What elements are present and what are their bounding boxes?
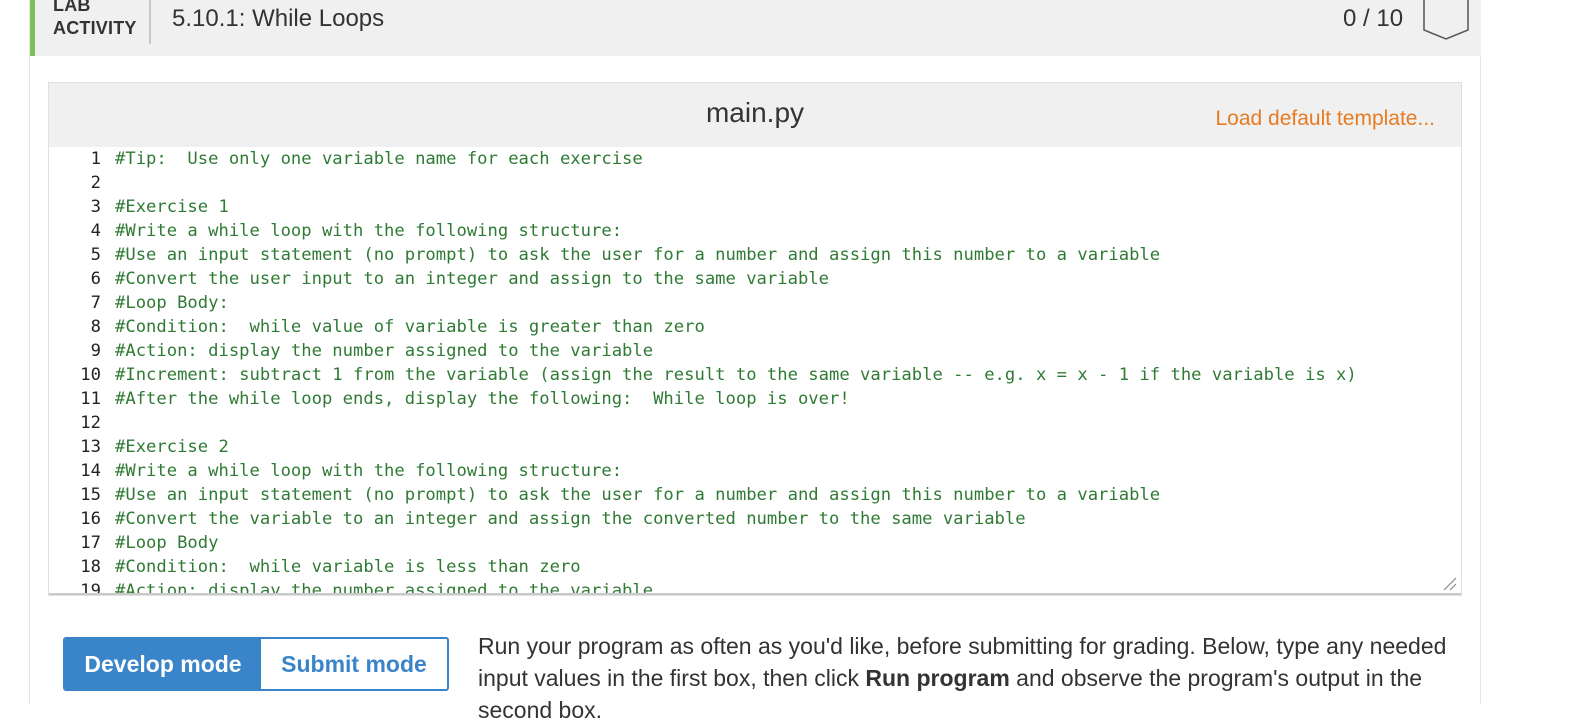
code-text: #Exercise 1 — [115, 197, 229, 217]
load-default-template-link[interactable]: Load default template... — [1216, 107, 1436, 131]
code-text: #Exercise 2 — [115, 437, 229, 457]
editor-header: main.py Load default template... — [49, 83, 1461, 147]
line-number: 13 — [80, 437, 101, 457]
code-line: 14 #Write a while loop with the following… — [49, 459, 1461, 483]
code-text: #Convert the user input to an integer an… — [115, 269, 829, 289]
code-text: #Write a while loop with the following s… — [115, 221, 623, 241]
code-line: 18 #Condition: while variable is less tha… — [49, 555, 1461, 579]
code-text: #Condition: while value of variable is g… — [115, 317, 705, 337]
code-text: #Loop Body: — [115, 293, 229, 313]
code-line: 10 #Increment: subtract 1 from the variab… — [49, 363, 1461, 387]
code-text: #Action: display the number assigned to … — [115, 341, 654, 361]
code-text: #After the while loop ends, display the … — [115, 389, 850, 409]
code-line: 11 #After the while loop ends, display th… — [49, 387, 1461, 411]
editor-bottom-border — [49, 593, 1461, 595]
code-text-area[interactable]: 1 #Tip: Use only one variable name for ea… — [49, 147, 1461, 595]
line-number: 15 — [80, 485, 101, 505]
code-line: 15 #Use an input statement (no prompt) to… — [49, 483, 1461, 507]
code-text: #Write a while loop with the following s… — [115, 461, 623, 481]
line-number: 17 — [80, 533, 101, 553]
lab-header: LAB ACTIVITY 5.10.1: While Loops 0 / 10 — [30, 0, 1481, 56]
score-display: 0 / 10 — [1343, 5, 1404, 32]
code-text: #Tip: Use only one variable name for eac… — [115, 149, 643, 169]
line-number: 2 — [90, 173, 101, 193]
lab-activity-label: LAB ACTIVITY — [53, 0, 143, 40]
submit-mode-button[interactable]: Submit mode — [261, 639, 447, 689]
lab-title: 5.10.1: While Loops — [172, 5, 385, 32]
mode-toggle: Develop mode Submit mode — [63, 637, 449, 691]
code-text: #Condition: while variable is less than … — [115, 557, 581, 577]
code-text: #Convert the variable to an integer and … — [115, 509, 1026, 529]
lab-label-line2: ACTIVITY — [53, 18, 137, 38]
line-number: 1 — [90, 149, 101, 169]
code-line: 9 #Action: display the number assigned to… — [49, 339, 1461, 363]
line-number: 3 — [90, 197, 101, 217]
header-divider — [149, 0, 151, 44]
code-line: 3 #Exercise 1 — [49, 195, 1461, 219]
line-number: 11 — [80, 389, 101, 409]
code-line: 17 #Loop Body — [49, 531, 1461, 555]
code-line: 6 #Convert the user input to an integer a… — [49, 267, 1461, 291]
code-line: 8 #Condition: while value of variable is … — [49, 315, 1461, 339]
code-editor: main.py Load default template... 1 #Tip: … — [48, 82, 1462, 596]
code-line: 2 — [49, 171, 1461, 195]
code-line: 7 #Loop Body: — [49, 291, 1461, 315]
line-number: 5 — [90, 245, 101, 265]
line-number: 9 — [90, 341, 101, 361]
line-number: 16 — [80, 509, 101, 529]
lab-label-line1: LAB — [53, 0, 91, 15]
code-text: #Loop Body — [115, 533, 219, 553]
code-line: 13 #Exercise 2 — [49, 435, 1461, 459]
instructions-run-program: Run program — [865, 665, 1010, 691]
code-line: 4 #Write a while loop with the following … — [49, 219, 1461, 243]
develop-mode-button[interactable]: Develop mode — [65, 639, 261, 689]
line-number: 14 — [80, 461, 101, 481]
code-text: #Use an input statement (no prompt) to a… — [115, 485, 1161, 505]
line-number: 18 — [80, 557, 101, 577]
code-line: 1 #Tip: Use only one variable name for ea… — [49, 147, 1461, 171]
code-line: 16 #Convert the variable to an integer an… — [49, 507, 1461, 531]
resize-handle-icon[interactable] — [1441, 575, 1457, 591]
code-text: #Increment: subtract 1 from the variable… — [115, 365, 1357, 385]
line-number: 12 — [80, 413, 101, 433]
line-number: 10 — [80, 365, 101, 385]
line-number: 4 — [90, 221, 101, 241]
code-text: #Use an input statement (no prompt) to a… — [115, 245, 1161, 265]
run-instructions: Run your program as often as you'd like,… — [478, 630, 1478, 726]
line-number: 7 — [90, 293, 101, 313]
lab-activity-card: LAB ACTIVITY 5.10.1: While Loops 0 / 10 … — [29, 0, 1481, 723]
line-number: 8 — [90, 317, 101, 337]
code-line: 12 — [49, 411, 1461, 435]
score-badge-icon — [1423, 0, 1469, 40]
code-line: 5 #Use an input statement (no prompt) to … — [49, 243, 1461, 267]
line-number: 6 — [90, 269, 101, 289]
